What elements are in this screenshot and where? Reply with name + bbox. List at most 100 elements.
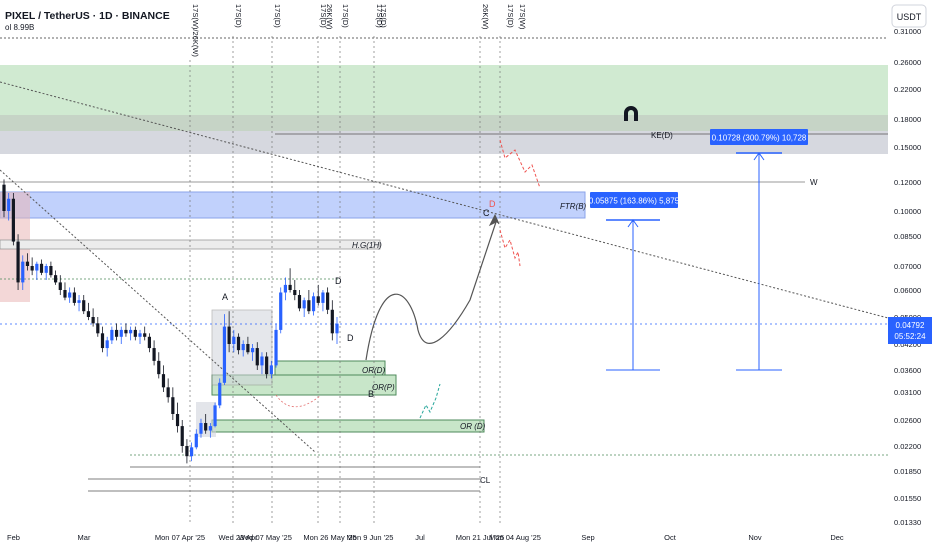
candle-body xyxy=(7,198,11,211)
price-chart[interactable]: 0.05875 (163.86%) 5,875 0.10728 (300.79%… xyxy=(0,0,932,550)
time-tick-label: Wed 07 May '25 xyxy=(238,533,292,542)
candle-body xyxy=(269,365,273,375)
top-marker-label: 17S(D) xyxy=(234,4,243,28)
candle-body xyxy=(279,292,283,330)
candle-body xyxy=(105,340,109,349)
candle-body xyxy=(307,300,311,312)
candle-body xyxy=(236,336,241,351)
point-d-mid-label: D xyxy=(347,333,354,343)
candle-body xyxy=(185,446,189,457)
candle-body xyxy=(11,198,15,242)
current-price-countdown: 05:52:24 xyxy=(894,332,926,341)
time-tick-label: Jul xyxy=(415,533,425,542)
candle-body xyxy=(44,266,48,273)
price-tick-label: 0.06000 xyxy=(894,286,921,295)
point-d-red-label: D xyxy=(489,199,496,209)
candle-body xyxy=(213,405,217,427)
price-tick-label: 0.03100 xyxy=(894,388,921,397)
candle-body xyxy=(138,333,142,337)
price-tick-label: 0.03600 xyxy=(894,366,921,375)
candle-body xyxy=(232,336,236,344)
candle-body xyxy=(321,292,325,303)
candle-body xyxy=(208,426,212,431)
point-c-label: C xyxy=(483,208,490,218)
top-marker-label: 17S(W)/26K(W) xyxy=(191,4,200,57)
point-b-label: B xyxy=(368,389,374,399)
price-tick-label: 0.22000 xyxy=(894,85,921,94)
time-tick-label: Oct xyxy=(664,533,677,542)
candle-body xyxy=(100,333,105,349)
ke-label: KE(D) xyxy=(651,131,673,140)
candle-body xyxy=(302,300,306,309)
time-tick-label: Mon 9 Jun '25 xyxy=(347,533,394,542)
candle-body xyxy=(39,263,44,273)
chart-root[interactable]: 0.05875 (163.86%) 5,875 0.10728 (300.79%… xyxy=(0,0,932,550)
price-tick-label: 0.07000 xyxy=(894,262,921,271)
candle-body xyxy=(114,329,119,337)
candle-body xyxy=(171,397,175,414)
candle-body xyxy=(335,323,339,334)
candle-body xyxy=(82,300,86,312)
candle-body xyxy=(283,284,288,293)
point-a-label: A xyxy=(222,292,228,302)
candle-body xyxy=(241,344,245,351)
candle-body xyxy=(143,333,147,337)
time-tick-label: Nov xyxy=(748,533,762,542)
candle-body xyxy=(68,292,72,298)
candle-body xyxy=(53,275,58,283)
candle-body xyxy=(16,241,20,283)
candle-body xyxy=(152,348,156,361)
candle-body xyxy=(110,329,114,341)
price-tick-label: 0.10000 xyxy=(894,207,921,216)
time-tick-label: Mon 07 Apr '25 xyxy=(155,533,205,542)
candle-body xyxy=(199,423,203,434)
price-tick-label: 0.12000 xyxy=(894,178,921,187)
candle-body xyxy=(255,348,259,366)
ftr-zone[interactable] xyxy=(0,191,586,219)
time-tick-label: Sep xyxy=(581,533,594,542)
candle-body xyxy=(96,323,100,334)
currency-label: USDT xyxy=(897,12,922,22)
top-marker-label: 26K(W) xyxy=(481,4,490,30)
candle-body xyxy=(119,329,123,337)
current-price-value: 0.04792 xyxy=(896,321,925,330)
candle-body xyxy=(250,348,255,353)
cl-label: CL xyxy=(480,476,491,485)
price-tick-label: 0.15000 xyxy=(894,143,921,152)
price-tick-label: 0.01850 xyxy=(894,467,921,476)
candle-body xyxy=(288,284,292,290)
candle-body xyxy=(218,382,222,406)
candle-body xyxy=(316,296,320,303)
candle-body xyxy=(227,326,231,344)
or-d-lower-zone[interactable] xyxy=(211,419,485,433)
candle-body xyxy=(260,356,264,366)
candle-body xyxy=(311,296,316,312)
top-marker-label: 26K(W) xyxy=(325,4,334,30)
top-marker-label: 17S(D) xyxy=(273,4,282,28)
measure-2-label: 0.10728 (300.79%) 10,728 xyxy=(712,134,807,143)
time-tick-label: Mon 04 Aug '25 xyxy=(489,533,541,542)
candle-body xyxy=(133,329,137,337)
point-d-top-label: D xyxy=(335,276,342,286)
time-tick-label: Dec xyxy=(830,533,844,542)
candle-body xyxy=(77,300,81,303)
candle-body xyxy=(49,266,53,276)
supply-zone[interactable] xyxy=(0,65,888,115)
or-d-lower-label: OR (D) xyxy=(460,422,486,431)
candle-body xyxy=(204,423,208,431)
candle-body xyxy=(274,329,278,366)
time-tick-label: Feb xyxy=(7,533,20,542)
candle-body xyxy=(25,261,30,266)
candle-body xyxy=(180,426,184,446)
candle-body xyxy=(124,329,128,334)
price-tick-label: 0.08500 xyxy=(894,232,921,241)
top-marker-label: 17S(W) xyxy=(518,4,527,30)
price-tick-label: 0.01550 xyxy=(894,494,921,503)
candle-body xyxy=(129,329,133,334)
candle-body xyxy=(297,295,302,309)
candle-body xyxy=(157,360,161,375)
candle-body xyxy=(330,309,334,334)
candle-body xyxy=(222,326,227,383)
candle-body xyxy=(86,311,91,317)
candle-body xyxy=(147,336,151,349)
